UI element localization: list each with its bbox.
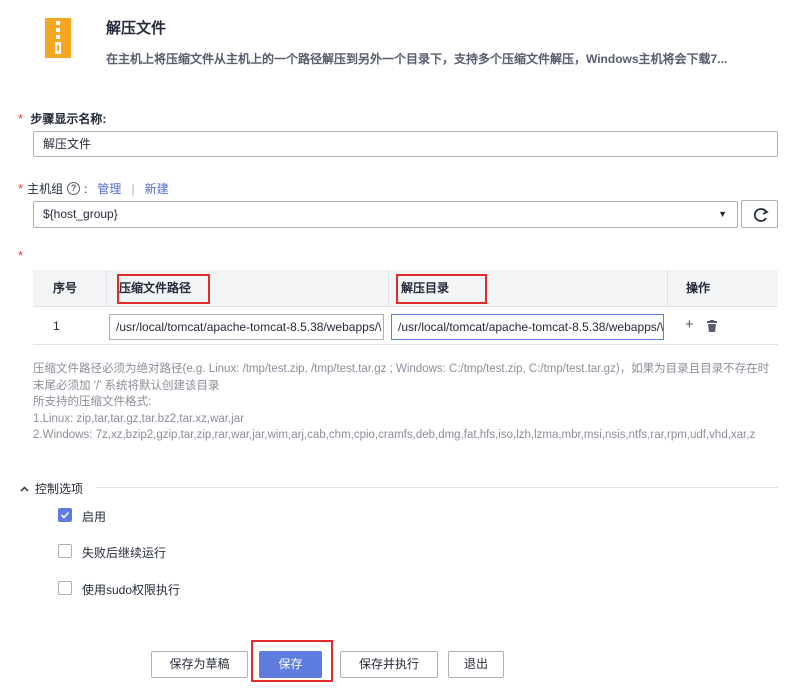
table-divider	[33, 306, 778, 307]
help-line: 1.Linux: zip,tar,tar.gz,tar.bz2,tar.xz,w…	[33, 412, 244, 425]
add-row-button[interactable]: +	[685, 316, 694, 333]
check-icon	[60, 511, 70, 519]
step-name-label: 步骤显示名称:	[30, 112, 107, 126]
table-divider	[33, 344, 778, 345]
control-section-toggle[interactable]: 控制选项	[20, 480, 83, 497]
column-header-actions: 操作	[668, 270, 778, 306]
save-and-run-button[interactable]: 保存并执行	[340, 651, 438, 678]
enable-checkbox[interactable]	[58, 508, 72, 522]
zip-file-icon	[45, 18, 71, 58]
trash-icon[interactable]	[707, 320, 717, 332]
required-mark: *	[18, 111, 24, 126]
row-index: 1	[53, 319, 60, 333]
host-group-label: 主机组	[27, 182, 64, 196]
step-name-input[interactable]: 解压文件	[33, 131, 778, 157]
help-text: 压缩文件路径必须为绝对路径(e.g. Linux: /tmp/test.zip,…	[33, 361, 778, 444]
required-mark: *	[18, 181, 24, 196]
highlight-save-button	[251, 640, 333, 682]
host-group-select[interactable]: ${host_group} ▼	[33, 201, 738, 228]
refresh-icon	[753, 208, 769, 222]
help-line: 所支持的压缩文件格式:	[33, 396, 152, 408]
chevron-up-icon	[20, 485, 29, 492]
highlight-archive-path-header	[117, 274, 210, 304]
enable-label: 启用	[82, 510, 107, 524]
chevron-down-icon: ▼	[718, 209, 727, 219]
step-name-label-row: * 步骤显示名称:	[18, 110, 106, 127]
sudo-label: 使用sudo权限执行	[82, 583, 181, 597]
exit-button[interactable]: 退出	[448, 651, 504, 678]
save-draft-button[interactable]: 保存为草稿	[151, 651, 248, 678]
host-group-value: ${host_group}	[43, 207, 118, 221]
help-line: 末尾必须加 '/' 系统将默认创建该目录	[33, 379, 220, 392]
help-icon[interactable]: ?	[67, 182, 81, 195]
refresh-button[interactable]	[741, 200, 778, 228]
control-section-title: 控制选项	[35, 482, 84, 496]
table-required-mark: *	[18, 248, 24, 263]
plugin-title: 解压文件	[106, 20, 167, 37]
highlight-extract-dir-header	[396, 274, 487, 304]
help-line: 压缩文件路径必须为绝对路径(e.g. Linux: /tmp/test.zip,…	[33, 363, 770, 375]
new-link[interactable]: 新建	[145, 180, 169, 197]
link-separator: |	[131, 181, 135, 196]
help-line: 2.Windows: 7z,xz,bzip2,gzip,tar,zip,rar,…	[33, 429, 756, 441]
archive-path-input[interactable]: /usr/local/tomcat/apache-tomcat-8.5.38/w…	[109, 314, 384, 340]
manage-link[interactable]: 管理	[97, 180, 121, 197]
host-group-label-row: * 主机组 ? : 管理 | 新建	[18, 180, 169, 197]
sudo-checkbox[interactable]	[58, 581, 72, 595]
extract-dir-input[interactable]: /usr/local/tomcat/apache-tomcat-8.5.38/w…	[391, 314, 664, 340]
continue-on-failure-checkbox[interactable]	[58, 544, 72, 558]
section-divider	[96, 487, 778, 488]
column-header-index: 序号	[33, 270, 107, 306]
continue-on-failure-label: 失败后继续运行	[82, 546, 167, 560]
plugin-description: 在主机上将压缩文件从主机上的一个路径解压到另外一个目录下，支持多个压缩文件解压，…	[106, 52, 728, 66]
